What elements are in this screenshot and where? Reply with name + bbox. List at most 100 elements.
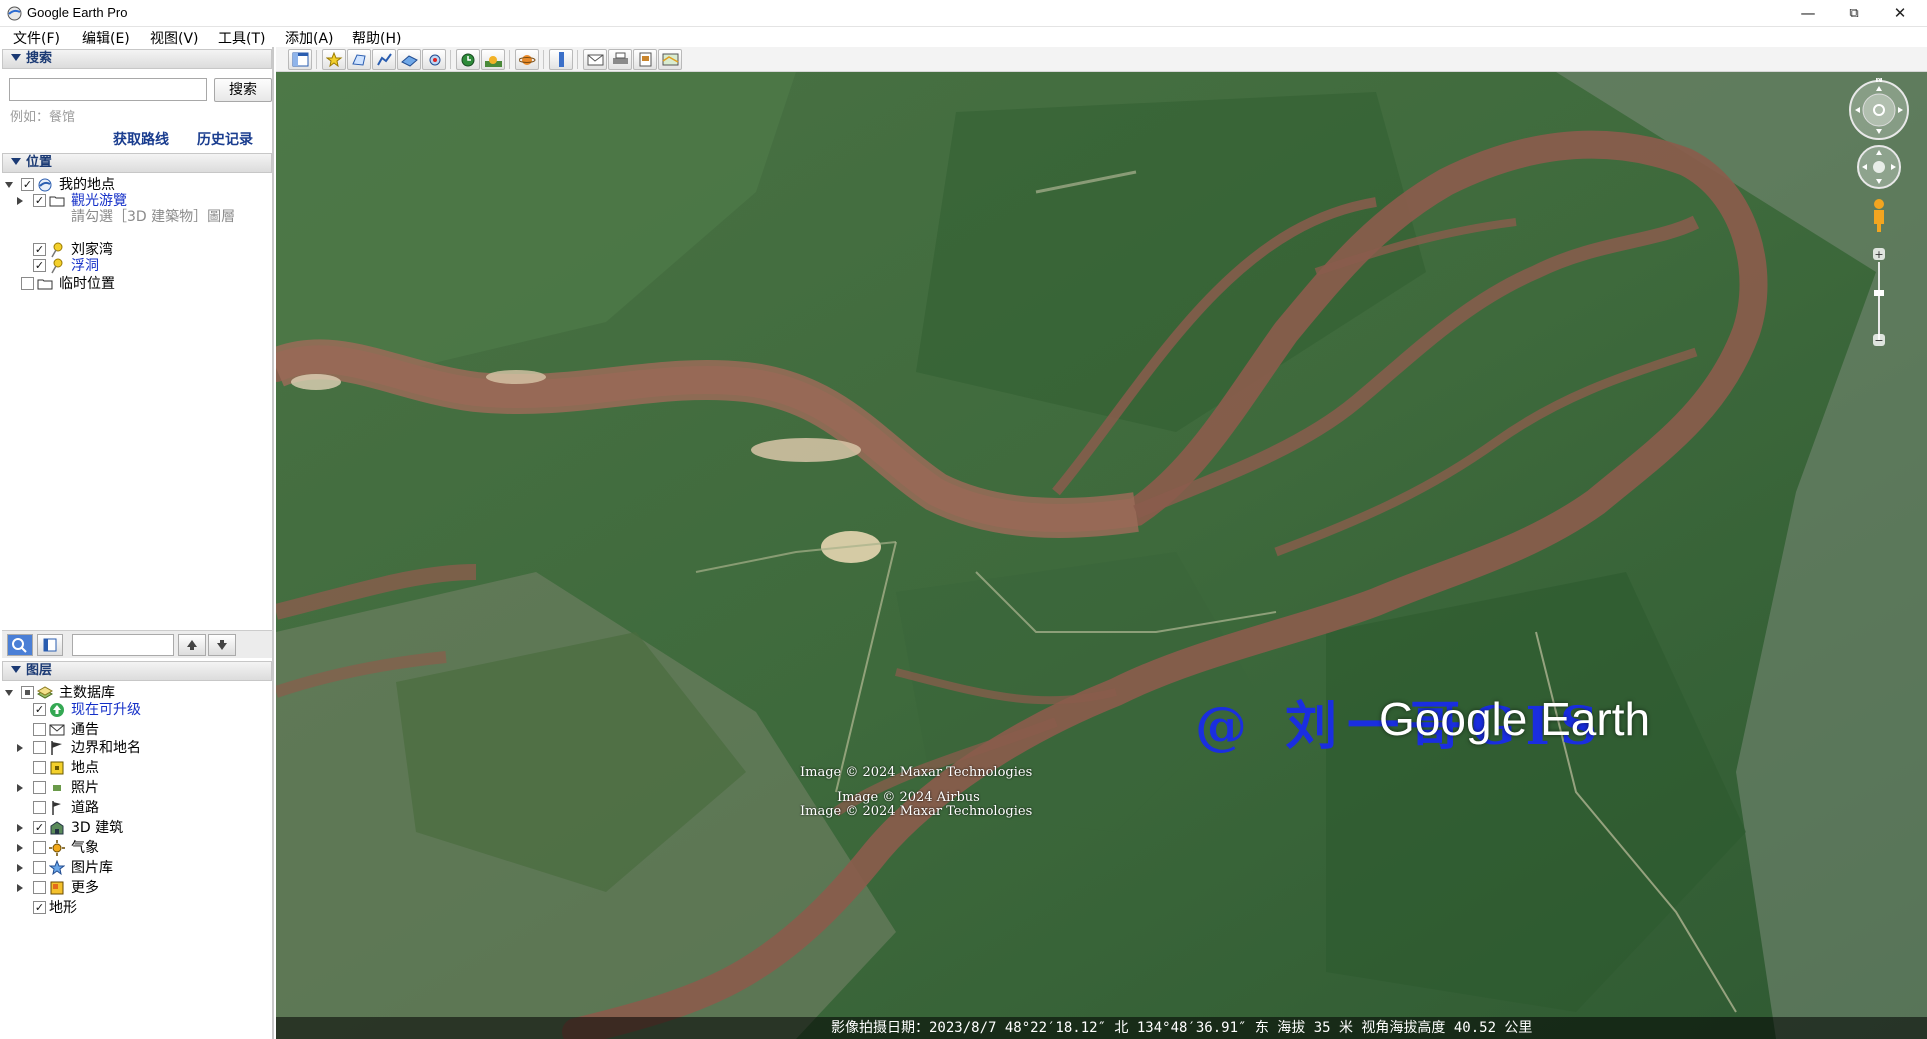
zoom-slider[interactable]: + − (1873, 248, 1885, 347)
checkbox[interactable] (21, 686, 34, 699)
layer-borders-labels[interactable]: 边界和地名 (0, 739, 270, 757)
expand-arrow-icon[interactable] (17, 844, 23, 852)
tree-item-label: 3D 建筑 (71, 820, 124, 836)
add-image-overlay-button[interactable] (397, 49, 421, 70)
layers-section-header[interactable]: 图层 (2, 661, 272, 681)
add-placemark-button[interactable] (322, 49, 346, 70)
layer-more[interactable]: 更多 (0, 879, 270, 897)
more-icon (50, 881, 64, 895)
layer-places[interactable]: 地点 (0, 759, 270, 777)
pushpin-icon (51, 242, 63, 258)
layer-search-input[interactable] (72, 634, 174, 656)
get-directions-link[interactable]: 获取路线 (113, 129, 169, 149)
menu-edit[interactable]: 编辑(E) (82, 28, 130, 48)
checkbox[interactable] (33, 243, 46, 256)
look-joystick[interactable] (1849, 80, 1909, 140)
tree-item-label: 道路 (71, 800, 99, 816)
move-joystick[interactable] (1857, 145, 1901, 189)
navigation-controls: N + − (1849, 78, 1909, 347)
layer-primary-database[interactable]: 主数据库 (0, 684, 270, 702)
checkbox[interactable] (33, 781, 46, 794)
layer-weather[interactable]: 气象 (0, 839, 270, 857)
tree-item-label: 請勾選［3D 建築物］圖層 (71, 209, 236, 225)
arrow-up-icon (187, 640, 197, 650)
checkbox[interactable] (33, 259, 46, 272)
window-title: Google Earth Pro (27, 5, 128, 20)
search-section-header[interactable]: 搜索 (2, 49, 272, 69)
move-down-button[interactable] (208, 634, 236, 656)
attribution-maxar-2: Image © 2024 Maxar Technologies (800, 804, 1033, 819)
switch-planet-button[interactable] (515, 49, 539, 70)
earth-3d-view[interactable]: N + − Image © 2024 Maxar Technologies Im… (276, 72, 1927, 1039)
close-button[interactable]: ✕ (1877, 0, 1923, 27)
zoom-in-icon[interactable]: + (1874, 248, 1883, 261)
menu-tools[interactable]: 工具(T) (218, 28, 265, 48)
checkbox[interactable] (21, 277, 34, 290)
search-panel-button[interactable] (7, 634, 33, 656)
expand-arrow-icon[interactable] (17, 784, 23, 792)
layer-roads[interactable]: 道路 (0, 799, 270, 817)
save-image-button[interactable] (633, 49, 657, 70)
add-polygon-button[interactable] (347, 49, 371, 70)
ruler-icon (559, 52, 564, 67)
checkbox[interactable] (21, 178, 34, 191)
record-tour-button[interactable] (422, 49, 446, 70)
expand-arrow-icon[interactable] (17, 864, 23, 872)
minimize-button[interactable]: — (1785, 0, 1831, 27)
layer-3d-buildings[interactable]: 3D 建筑 (0, 819, 270, 837)
layer-upgrade-now[interactable]: 现在可升级 (0, 701, 270, 719)
checkbox[interactable] (33, 801, 46, 814)
checkbox[interactable] (33, 841, 46, 854)
sidebar: 搜索 搜索 例如：餐馆 获取路线 历史记录 位置 我的地点 觀光游覽 請勾選［3… (0, 47, 274, 1039)
expand-arrow-icon[interactable] (17, 824, 23, 832)
panel-view-button[interactable] (37, 634, 63, 656)
layer-photos[interactable]: 照片 (0, 779, 270, 797)
layer-gallery[interactable]: 图片库 (0, 859, 270, 877)
expand-arrow-icon[interactable] (17, 197, 23, 205)
tree-item-label: 主数据库 (59, 685, 115, 701)
checkbox[interactable] (33, 821, 46, 834)
add-path-button[interactable] (372, 49, 396, 70)
layer-announcements[interactable]: 通告 (0, 721, 270, 739)
checkbox[interactable] (33, 741, 46, 754)
menu-view[interactable]: 视图(V) (150, 28, 199, 48)
menu-help[interactable]: 帮助(H) (352, 28, 401, 48)
flag-icon (51, 741, 62, 755)
expand-arrow-icon[interactable] (17, 744, 23, 752)
planet-icon (519, 55, 536, 65)
ruler-button[interactable] (549, 49, 573, 70)
places-section-header[interactable]: 位置 (2, 153, 272, 173)
expand-arrow-icon[interactable] (5, 690, 13, 696)
checkbox[interactable] (33, 194, 46, 207)
checkbox[interactable] (33, 703, 46, 716)
expand-arrow-icon[interactable] (5, 182, 13, 188)
menu-add[interactable]: 添加(A) (285, 28, 334, 48)
sidebar-toggle-button[interactable] (288, 49, 312, 70)
checkbox[interactable] (33, 723, 46, 736)
tree-item-fudong[interactable]: 浮洞 (0, 257, 270, 275)
maximize-button[interactable]: ⧉ (1831, 0, 1877, 27)
pegman-icon[interactable] (1874, 199, 1884, 232)
layers-header-label: 图层 (26, 663, 53, 678)
layer-terrain[interactable]: 地形 (0, 899, 270, 917)
tree-item-label: 地点 (71, 760, 99, 776)
email-button[interactable] (583, 49, 607, 70)
move-up-button[interactable] (178, 634, 206, 656)
menu-file[interactable]: 文件(F) (13, 28, 60, 48)
view-in-maps-button[interactable] (658, 49, 682, 70)
tree-item-temporary-places[interactable]: 临时位置 (0, 275, 270, 293)
checkbox[interactable] (33, 761, 46, 774)
checkbox[interactable] (33, 861, 46, 874)
print-button[interactable] (608, 49, 632, 70)
checkbox[interactable] (33, 881, 46, 894)
search-input[interactable] (9, 78, 207, 101)
north-indicator[interactable]: N (1875, 78, 1883, 85)
historical-imagery-button[interactable] (456, 49, 480, 70)
history-link[interactable]: 历史记录 (197, 129, 253, 149)
search-button[interactable]: 搜索 (214, 78, 272, 102)
zoom-out-icon[interactable]: − (1874, 334, 1883, 347)
sunlight-button[interactable] (481, 49, 505, 70)
checkbox[interactable] (33, 901, 46, 914)
expand-arrow-icon[interactable] (17, 884, 23, 892)
zoom-thumb[interactable] (1874, 290, 1884, 296)
